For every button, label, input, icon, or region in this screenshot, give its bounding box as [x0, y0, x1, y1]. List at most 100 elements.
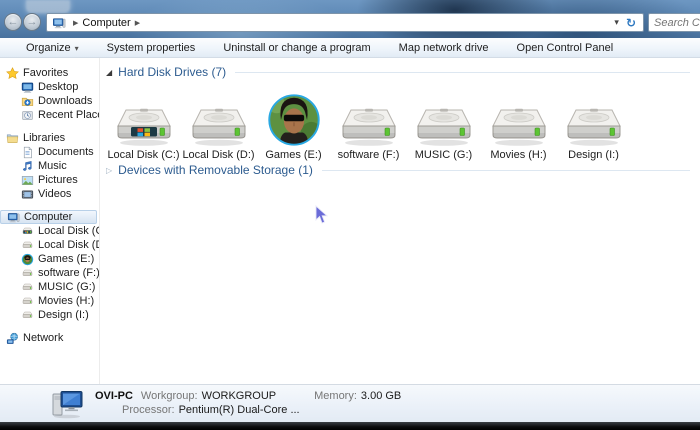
sidebar-item-desktop[interactable]: Desktop — [0, 80, 99, 94]
hard-drive-icon — [566, 92, 622, 148]
drive-local-disk-c[interactable]: Local Disk (C:) — [106, 92, 181, 161]
sidebar-item-local-disk-c[interactable]: Local Disk (C:) — [0, 224, 99, 238]
window-peek-blob — [26, 0, 70, 13]
processor-label: Processor: — [122, 404, 175, 416]
content-area: Favorites Desktop Downloads Recent Places Li… — [0, 58, 700, 384]
sidebar-item-recent-places[interactable]: Recent Places — [0, 108, 99, 122]
group-rule — [321, 169, 690, 171]
sidebar-item-label: software (F:) — [38, 267, 100, 279]
search-box[interactable] — [648, 13, 700, 32]
search-input[interactable] — [649, 14, 700, 31]
breadcrumb-arrow-icon[interactable]: ▶ — [135, 19, 140, 27]
workgroup-label: Workgroup: — [140, 390, 198, 402]
status-lines: OVI-PC Workgroup: WORKGROUP Memory: 3.00… — [95, 390, 401, 418]
mouse-cursor — [315, 205, 328, 224]
computer-icon — [52, 16, 66, 30]
forward-button[interactable]: → — [23, 13, 41, 31]
hard-drive-icon — [341, 92, 397, 148]
toolbar-button-open-control-panel[interactable]: Open Control Panel — [503, 42, 628, 54]
sidebar-item-network[interactable]: Network — [0, 331, 99, 345]
sidebar-item-pictures[interactable]: Pictures — [0, 173, 99, 187]
music-icon — [21, 160, 34, 173]
sidebar-item-documents[interactable]: Documents — [0, 145, 99, 159]
drive-music-g[interactable]: MUSIC (G:) — [406, 92, 481, 161]
drive-label: software (F:) — [337, 149, 400, 161]
sidebar-item-label: Documents — [38, 146, 94, 158]
navigation-pane: Favorites Desktop Downloads Recent Places Li… — [0, 58, 100, 384]
drives-row: Local Disk (C:) Local Disk (D:) Games (E:)… — [106, 92, 690, 161]
pictures-icon — [21, 174, 34, 187]
sidebar-item-label: MUSIC (G:) — [38, 281, 96, 293]
drive-label: Local Disk (C:) — [107, 149, 180, 161]
drive-label: Design (I:) — [568, 149, 619, 161]
hard-drive-icon — [491, 92, 547, 148]
toolbar-button-uninstall-or-change-a-program[interactable]: Uninstall or change a program — [209, 42, 384, 54]
drive-label: Movies (H:) — [490, 149, 547, 161]
drive-label: MUSIC (G:) — [414, 149, 473, 161]
sidebar-item-libraries[interactable]: Libraries — [0, 131, 99, 145]
address-dropdown-icon[interactable]: ▾ — [609, 17, 624, 28]
sidebar-item-videos[interactable]: Videos — [0, 187, 99, 201]
drive-icon — [21, 295, 34, 308]
toolbar-button-organize[interactable]: Organize ▾ — [12, 42, 93, 54]
sidebar-item-label: Local Disk (C:) — [38, 225, 99, 237]
sidebar-item-software-f[interactable]: software (F:) — [0, 266, 99, 280]
videos-icon — [21, 188, 34, 201]
memory-label: Memory: — [314, 390, 357, 402]
group-title[interactable]: Hard Disk Drives (7) — [118, 65, 226, 79]
processor-value: Pentium(R) Dual-Core ... — [178, 404, 300, 416]
computer-name: OVI-PC — [95, 390, 133, 402]
sidebar-item-label: Movies (H:) — [38, 295, 95, 307]
group-header-hdd[interactable]: ◢ Hard Disk Drives (7) — [106, 65, 690, 79]
collapse-triangle-icon[interactable]: ◢ — [106, 68, 112, 77]
sidebar-item-games-e[interactable]: Games (E:) — [0, 252, 99, 266]
drive-icon — [21, 309, 34, 322]
sidebar-item-design-i[interactable]: Design (I:) — [0, 308, 99, 322]
back-button[interactable]: ← — [4, 13, 22, 31]
status-line-2: Processor: Pentium(R) Dual-Core ... — [122, 404, 401, 418]
network-icon — [6, 332, 19, 345]
star-icon — [6, 66, 19, 80]
address-bar[interactable]: ▶ Computer ▶ ▾ ↻ — [46, 13, 644, 32]
sidebar-item-music[interactable]: Music — [0, 159, 99, 173]
sidebar-item-local-disk-d[interactable]: Local Disk (D:) — [0, 238, 99, 252]
drive-win-icon — [21, 225, 34, 238]
sidebar-item-label: Local Disk (D:) — [38, 239, 99, 251]
sidebar-item-label: Computer — [24, 211, 73, 223]
sidebar-item-label: Videos — [38, 188, 72, 200]
drive-movies-h[interactable]: Movies (H:) — [481, 92, 556, 161]
custom-avatar-drive-icon — [266, 92, 322, 148]
hard-drive-icon — [191, 92, 247, 148]
workgroup-value: WORKGROUP — [201, 390, 277, 402]
recent-icon — [21, 109, 34, 122]
group-header-removable[interactable]: ▷ Devices with Removable Storage (1) — [106, 163, 690, 177]
drive-icon — [21, 281, 34, 294]
sidebar-item-favorites[interactable]: Favorites — [0, 66, 99, 80]
drive-games-e[interactable]: Games (E:) — [256, 92, 331, 161]
sidebar-item-label: Libraries — [23, 132, 66, 144]
group-title[interactable]: Devices with Removable Storage (1) — [118, 163, 313, 177]
expand-triangle-icon[interactable]: ▷ — [106, 166, 112, 175]
taskbar-edge — [0, 422, 700, 430]
sidebar-item-music-g[interactable]: MUSIC (G:) — [0, 280, 99, 294]
sidebar-item-computer[interactable]: Computer — [0, 210, 97, 224]
breadcrumb-arrow-icon[interactable]: ▶ — [73, 19, 78, 27]
explorer-window: ← → ▶ Computer ▶ ▾ ↻ Organize▾System pro… — [0, 0, 700, 430]
drive-design-i[interactable]: Design (I:) — [556, 92, 631, 161]
sidebar-item-label: Downloads — [38, 95, 93, 107]
avatar-icon — [21, 253, 34, 266]
sidebar-item-downloads[interactable]: Downloads — [0, 94, 99, 108]
sidebar-item-label: Favorites — [23, 67, 69, 79]
memory-value: 3.00 GB — [360, 390, 402, 402]
drive-local-disk-d[interactable]: Local Disk (D:) — [181, 92, 256, 161]
sidebar-item-movies-h[interactable]: Movies (H:) — [0, 294, 99, 308]
breadcrumb-computer[interactable]: Computer — [82, 17, 130, 29]
refresh-icon[interactable]: ↻ — [624, 16, 640, 30]
toolbar-button-map-network-drive[interactable]: Map network drive — [385, 42, 503, 54]
drive-label: Local Disk (D:) — [182, 149, 255, 161]
toolbar-button-system-properties[interactable]: System properties — [93, 42, 210, 54]
hard-drive-icon — [416, 92, 472, 148]
drive-software-f[interactable]: software (F:) — [331, 92, 406, 161]
